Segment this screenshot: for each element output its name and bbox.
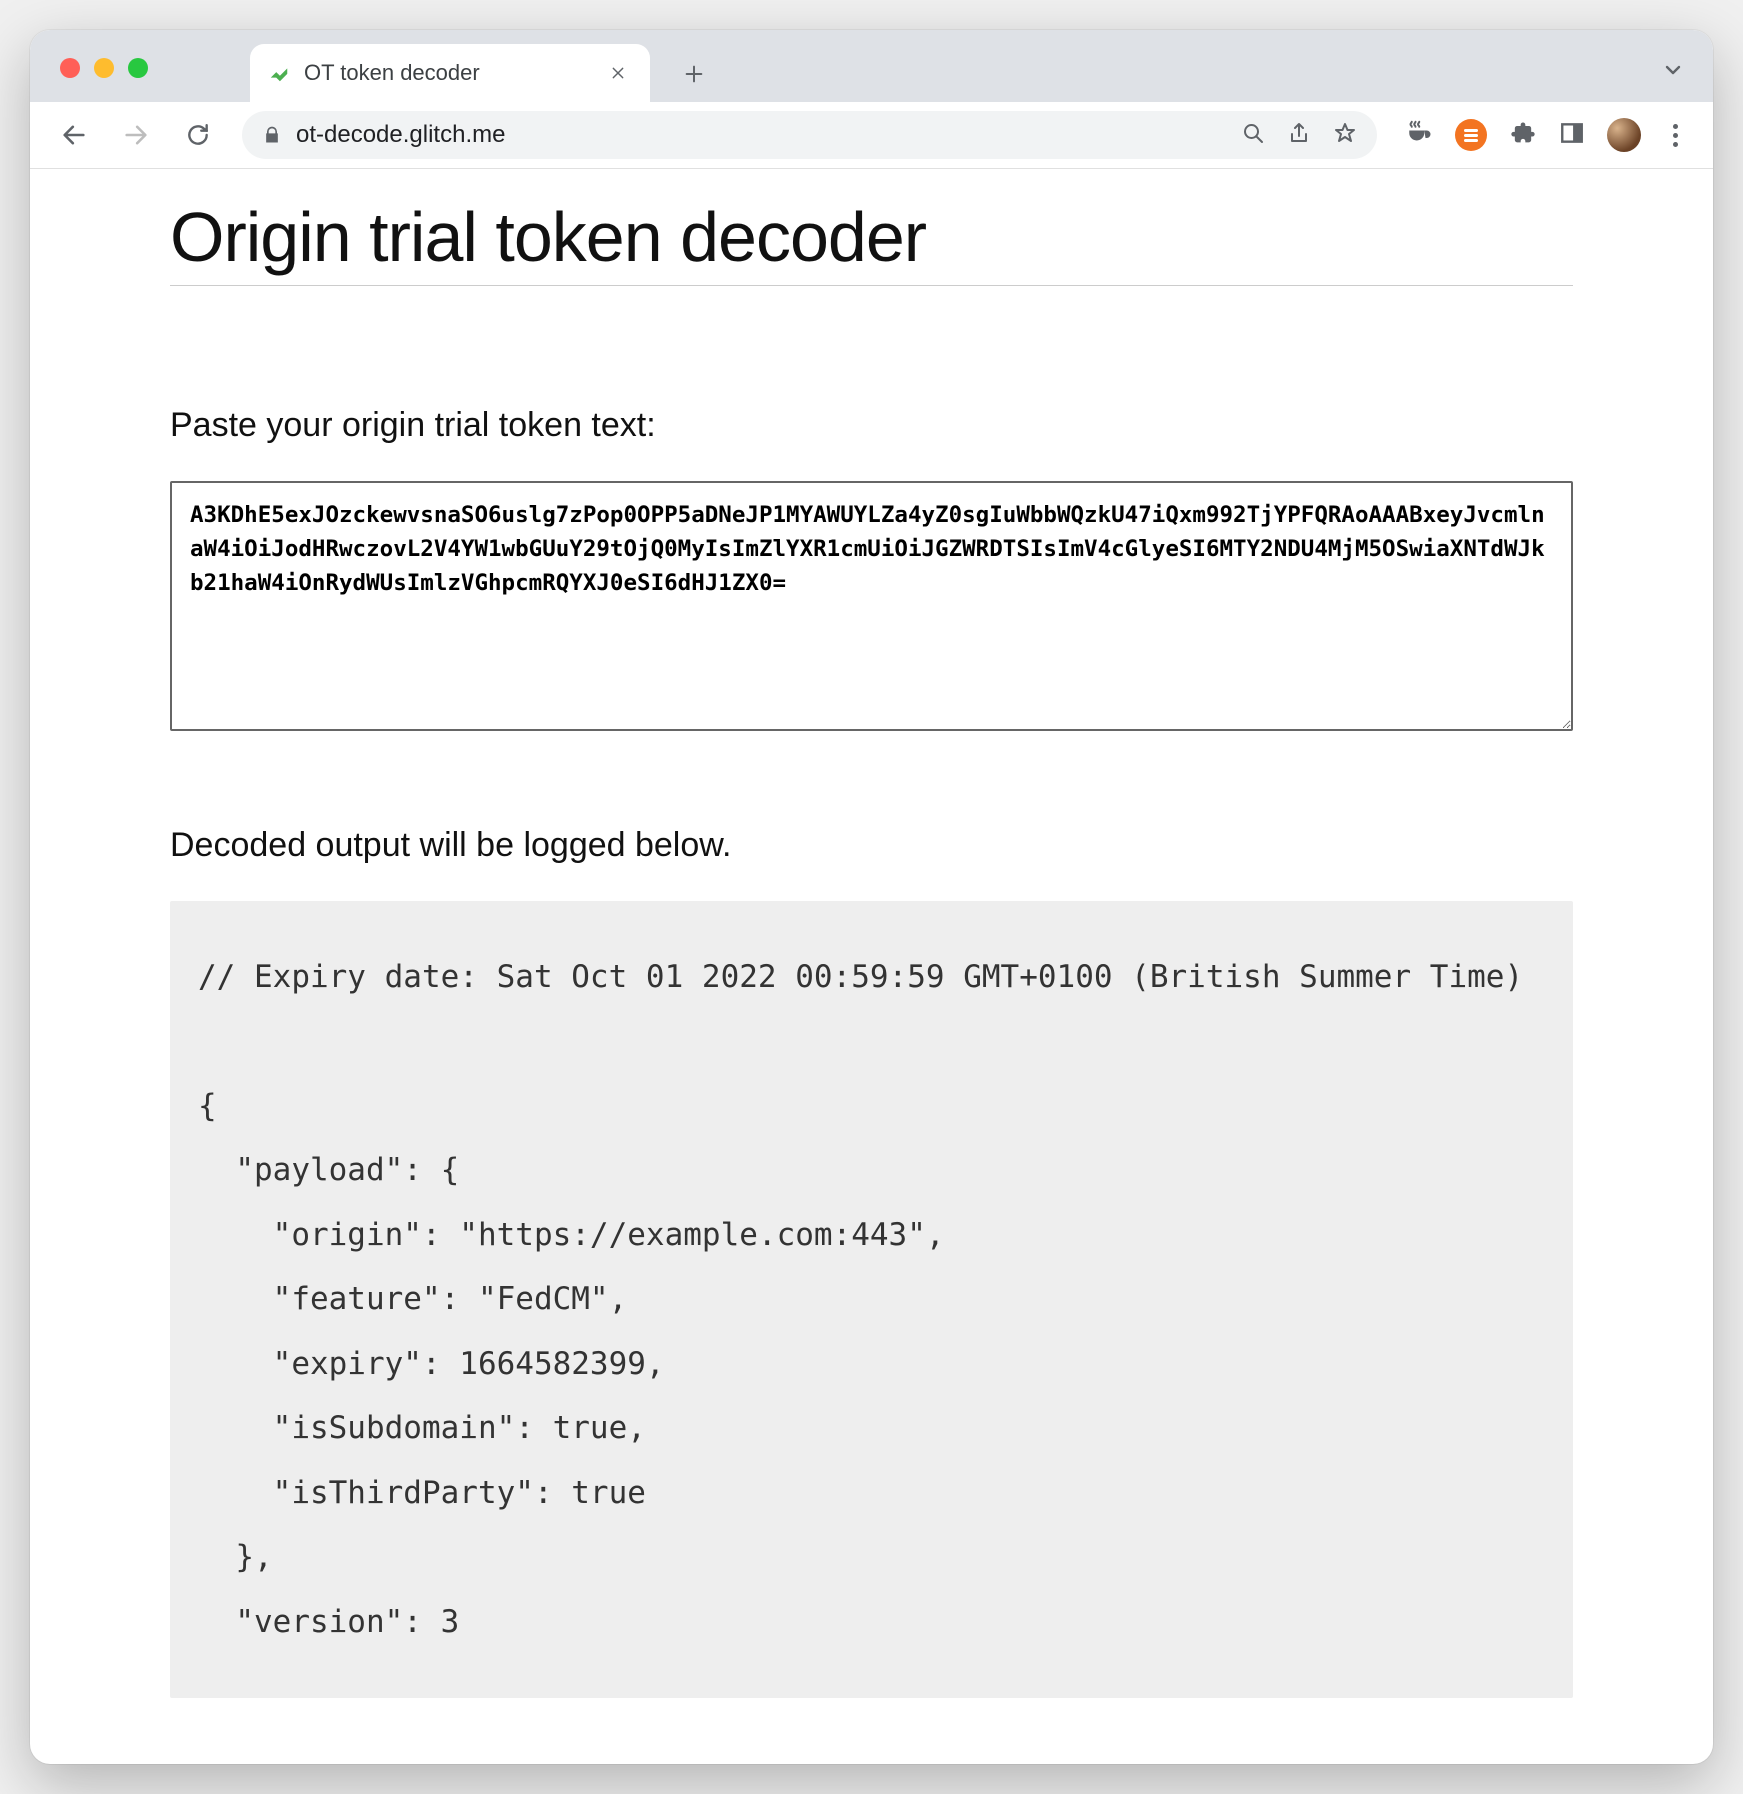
tab-favicon-icon xyxy=(268,62,290,84)
extensions-puzzle-icon[interactable] xyxy=(1509,119,1537,152)
divider xyxy=(170,285,1573,286)
coffee-icon[interactable] xyxy=(1403,118,1433,153)
kebab-menu-icon[interactable] xyxy=(1663,124,1687,147)
lock-icon xyxy=(262,125,282,145)
page-title: Origin trial token decoder xyxy=(170,197,1573,277)
input-label: Paste your origin trial token text: xyxy=(170,406,1573,445)
bookmark-star-icon[interactable] xyxy=(1333,121,1357,150)
tab-title: OT token decoder xyxy=(304,60,590,86)
tab-strip: OT token decoder xyxy=(30,30,1713,102)
browser-toolbar: ot-decode.glitch.me xyxy=(30,102,1713,169)
output-label: Decoded output will be logged below. xyxy=(170,826,1573,865)
reload-button[interactable] xyxy=(180,117,216,153)
page-content: Origin trial token decoder Paste your or… xyxy=(30,169,1713,1764)
window-close-button[interactable] xyxy=(60,58,80,78)
extension-circle-icon[interactable] xyxy=(1455,119,1487,151)
window-minimize-button[interactable] xyxy=(94,58,114,78)
decoded-output: // Expiry date: Sat Oct 01 2022 00:59:59… xyxy=(170,901,1573,1698)
token-input[interactable]: A3KDhE5exJOzckewvsnaSO6uslg7zPop0OPP5aDN… xyxy=(170,481,1573,731)
window-controls xyxy=(60,58,148,78)
back-button[interactable] xyxy=(56,117,92,153)
share-icon[interactable] xyxy=(1287,121,1311,150)
tab-close-button[interactable] xyxy=(604,59,632,87)
tabs-menu-button[interactable] xyxy=(1661,58,1685,87)
search-icon[interactable] xyxy=(1241,121,1265,150)
address-bar[interactable]: ot-decode.glitch.me xyxy=(242,111,1377,159)
toolbar-actions xyxy=(1403,118,1687,153)
new-tab-button[interactable] xyxy=(670,50,718,98)
browser-window: OT token decoder xyxy=(30,30,1713,1764)
panel-icon[interactable] xyxy=(1559,120,1585,151)
browser-tab[interactable]: OT token decoder xyxy=(250,44,650,102)
url-text: ot-decode.glitch.me xyxy=(296,121,1227,149)
forward-button[interactable] xyxy=(118,117,154,153)
profile-avatar[interactable] xyxy=(1607,118,1641,152)
window-zoom-button[interactable] xyxy=(128,58,148,78)
